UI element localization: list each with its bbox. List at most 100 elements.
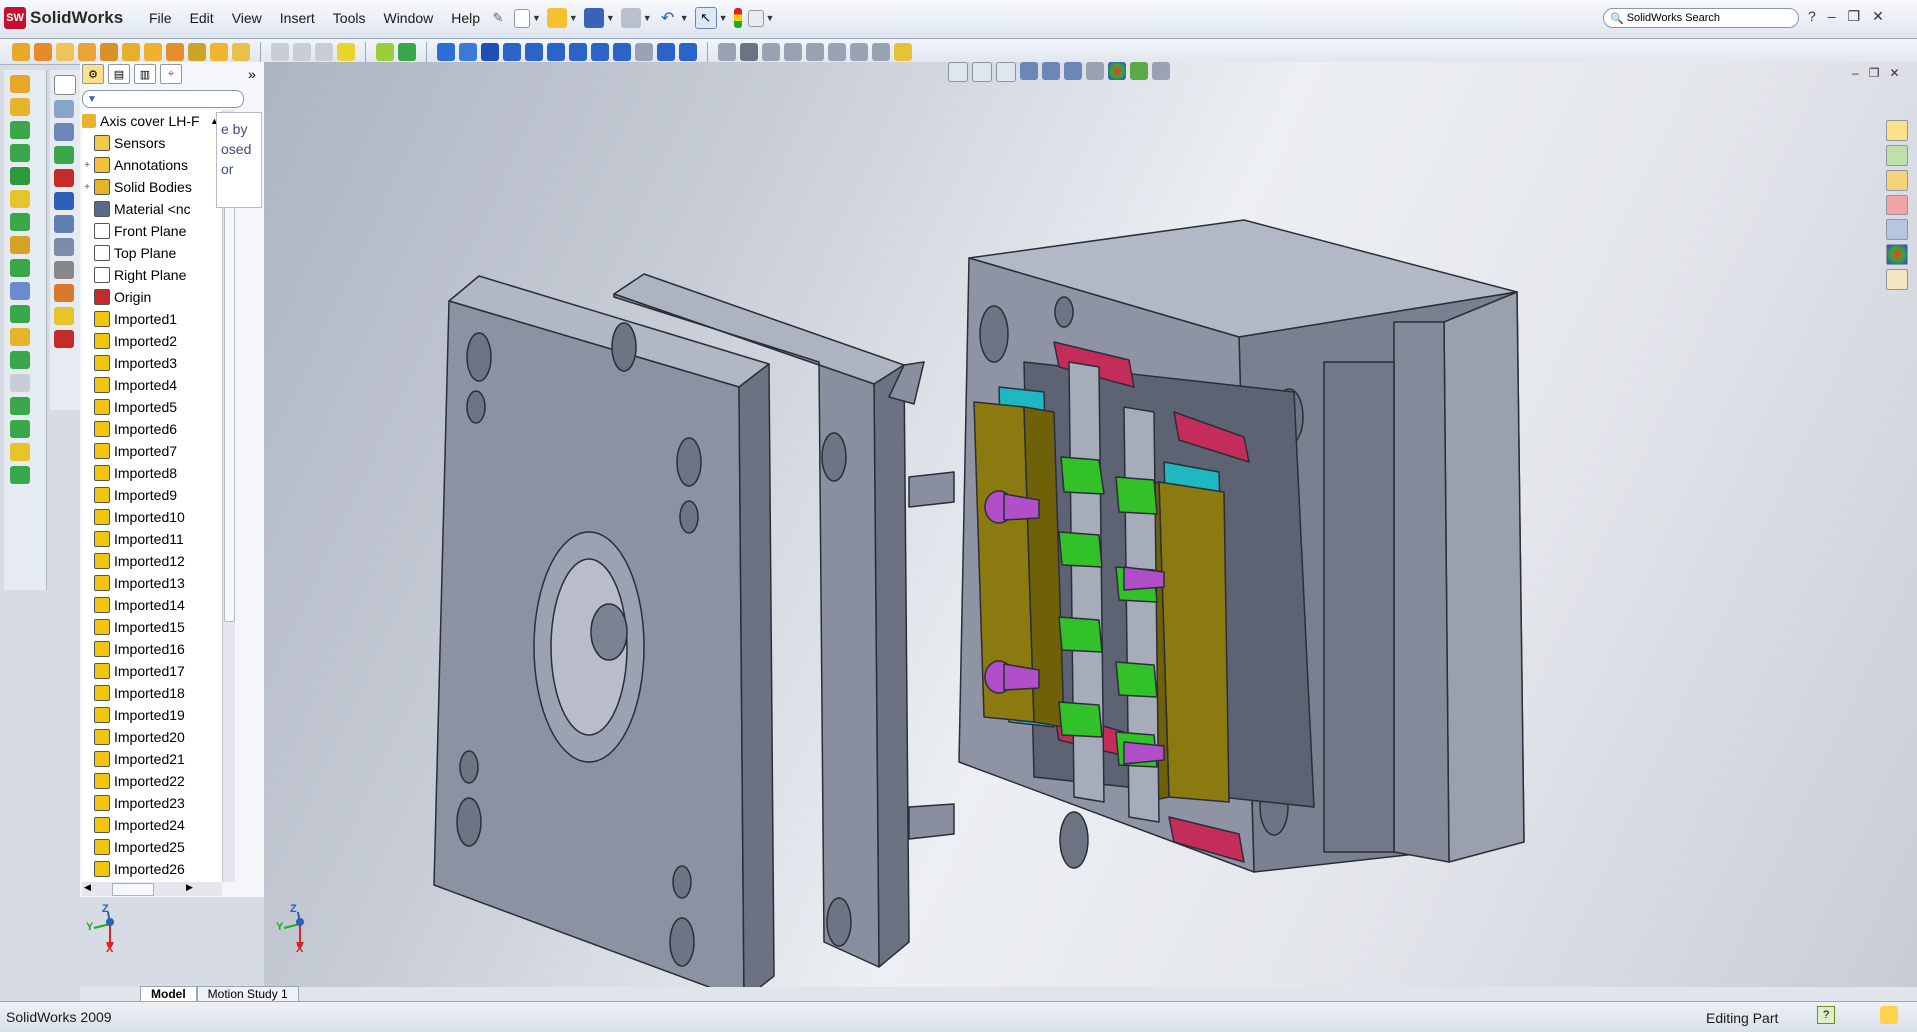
tree-item[interactable]: Imported14 bbox=[82, 594, 222, 616]
convert-entities-icon[interactable] bbox=[762, 42, 780, 61]
draft-icon[interactable] bbox=[10, 328, 30, 346]
expand-icon[interactable]: + bbox=[82, 160, 92, 171]
pattern-icon[interactable] bbox=[10, 213, 30, 231]
slot-icon[interactable] bbox=[525, 42, 543, 61]
lofted-surface-icon[interactable] bbox=[337, 42, 355, 61]
zoom-to-area-icon[interactable] bbox=[972, 62, 992, 82]
search-input[interactable]: 🔍 SolidWorks Search bbox=[1603, 8, 1799, 28]
chevron-down-icon[interactable]: ▼ bbox=[606, 13, 615, 23]
quick-tips-icon[interactable]: ? bbox=[1817, 1006, 1835, 1024]
tree-item[interactable]: Imported22 bbox=[82, 770, 222, 792]
tab-model[interactable]: Model bbox=[140, 986, 197, 1001]
tree-vertical-scrollbar[interactable] bbox=[222, 110, 235, 882]
hide-show-items-icon[interactable] bbox=[1086, 62, 1104, 80]
display-relations-icon[interactable] bbox=[740, 42, 758, 61]
move-entities-icon[interactable] bbox=[828, 42, 846, 61]
tree-item[interactable]: Imported5 bbox=[82, 396, 222, 418]
tree-item[interactable]: Imported18 bbox=[82, 682, 222, 704]
costing-icon[interactable] bbox=[54, 307, 74, 325]
core-cavity-icon[interactable] bbox=[315, 42, 333, 61]
save-icon[interactable] bbox=[583, 8, 604, 28]
tree-item[interactable]: Imported11 bbox=[82, 528, 222, 550]
print-icon[interactable] bbox=[620, 8, 641, 28]
view-palette-icon[interactable] bbox=[1886, 219, 1908, 241]
doc-restore-button[interactable]: ❐ bbox=[1869, 66, 1880, 80]
file-properties-icon[interactable] bbox=[747, 9, 764, 27]
solidworks-resources-icon[interactable] bbox=[1886, 120, 1908, 141]
sweep-icon[interactable] bbox=[10, 121, 30, 139]
dome-icon[interactable] bbox=[10, 420, 30, 438]
view-orientation-icon[interactable] bbox=[1042, 62, 1060, 80]
tree-item[interactable]: Origin bbox=[82, 286, 222, 308]
tree-item[interactable]: Imported2 bbox=[82, 330, 222, 352]
core-icon[interactable] bbox=[210, 42, 228, 61]
tree-item[interactable]: + Solid Bodies bbox=[82, 176, 222, 198]
expand-icon[interactable]: + bbox=[82, 182, 92, 193]
rectangle-icon[interactable] bbox=[503, 42, 521, 61]
curvature-icon[interactable] bbox=[54, 284, 74, 302]
boundary-icon[interactable] bbox=[10, 167, 30, 185]
rapid-sketch-icon[interactable] bbox=[894, 42, 912, 61]
previous-view-icon[interactable] bbox=[996, 62, 1016, 82]
mirror-icon[interactable] bbox=[718, 42, 736, 61]
circle-icon[interactable] bbox=[547, 42, 565, 61]
tree-root[interactable]: Axis cover LH-F ▲ bbox=[82, 110, 222, 132]
linear-pattern-icon[interactable] bbox=[806, 42, 824, 61]
split-line-icon[interactable] bbox=[12, 42, 30, 61]
custom-properties-icon[interactable] bbox=[1886, 269, 1908, 291]
wrap-icon[interactable] bbox=[10, 397, 30, 415]
trim-icon[interactable] bbox=[850, 42, 868, 61]
deform-icon[interactable] bbox=[10, 466, 30, 484]
simulation-icon[interactable] bbox=[54, 238, 74, 256]
menu-window[interactable]: Window bbox=[374, 8, 442, 28]
graphics-area[interactable]: Z Y X bbox=[264, 62, 1917, 987]
measure-icon[interactable] bbox=[54, 100, 74, 118]
menu-file[interactable]: File bbox=[140, 8, 181, 28]
spell-check-icon[interactable] bbox=[54, 75, 76, 95]
cut-extrude-icon[interactable] bbox=[10, 190, 30, 208]
draft-analysis-icon[interactable] bbox=[56, 42, 74, 61]
tree-item[interactable]: Imported7 bbox=[82, 440, 222, 462]
sketch-tools-icon[interactable] bbox=[437, 42, 455, 61]
revolve-icon[interactable] bbox=[10, 98, 30, 116]
instant3d-icon[interactable] bbox=[10, 282, 30, 300]
tree-item[interactable]: Top Plane bbox=[82, 242, 222, 264]
tree-item[interactable]: Imported8 bbox=[82, 462, 222, 484]
tree-item[interactable]: Imported9 bbox=[82, 484, 222, 506]
tree-item[interactable]: Right Plane bbox=[82, 264, 222, 286]
section-view-icon[interactable] bbox=[1020, 62, 1038, 80]
open-folder-icon[interactable] bbox=[546, 8, 567, 28]
chevron-down-icon[interactable]: ▼ bbox=[643, 13, 652, 23]
restore-button[interactable]: ❐ bbox=[1848, 8, 1861, 25]
line-icon[interactable] bbox=[481, 42, 499, 61]
help-icon[interactable]: ? bbox=[1808, 8, 1816, 25]
tree-item[interactable]: Imported17 bbox=[82, 660, 222, 682]
curves-icon[interactable] bbox=[10, 259, 30, 277]
tree-item[interactable]: Imported20 bbox=[82, 726, 222, 748]
text-icon[interactable] bbox=[679, 42, 697, 61]
doc-minimize-button[interactable]: – bbox=[1852, 66, 1859, 80]
menu-view[interactable]: View bbox=[223, 8, 271, 28]
parting-surfaces-icon[interactable] bbox=[293, 42, 311, 61]
menu-help[interactable]: Help bbox=[442, 8, 489, 28]
minimize-button[interactable]: – bbox=[1828, 8, 1836, 25]
rebuild-traffic-light-icon[interactable] bbox=[733, 8, 742, 28]
new-document-icon[interactable] bbox=[514, 8, 530, 28]
parting-surface-icon[interactable] bbox=[144, 42, 162, 61]
edit-appearance-icon[interactable] bbox=[1108, 62, 1126, 80]
reference-geometry-icon[interactable] bbox=[10, 236, 30, 254]
tree-item[interactable]: Imported4 bbox=[82, 374, 222, 396]
file-explorer-icon[interactable] bbox=[1886, 169, 1908, 191]
undercut-icon[interactable] bbox=[78, 42, 96, 61]
loft-icon[interactable] bbox=[10, 144, 30, 162]
geometry-analysis-icon[interactable] bbox=[54, 169, 74, 187]
chevron-down-icon[interactable]: ▼ bbox=[569, 13, 578, 23]
view-settings-icon[interactable] bbox=[1152, 62, 1170, 80]
tab-motion-study[interactable]: Motion Study 1 bbox=[196, 986, 299, 1001]
point-icon[interactable] bbox=[657, 42, 675, 61]
scroll-right-icon[interactable]: ▶ bbox=[186, 882, 193, 893]
tree-item[interactable]: Imported15 bbox=[82, 616, 222, 638]
property-manager-tab[interactable]: ▤ bbox=[108, 64, 130, 84]
doc-close-button[interactable]: ✕ bbox=[1889, 66, 1899, 80]
rib-icon[interactable] bbox=[10, 374, 30, 392]
